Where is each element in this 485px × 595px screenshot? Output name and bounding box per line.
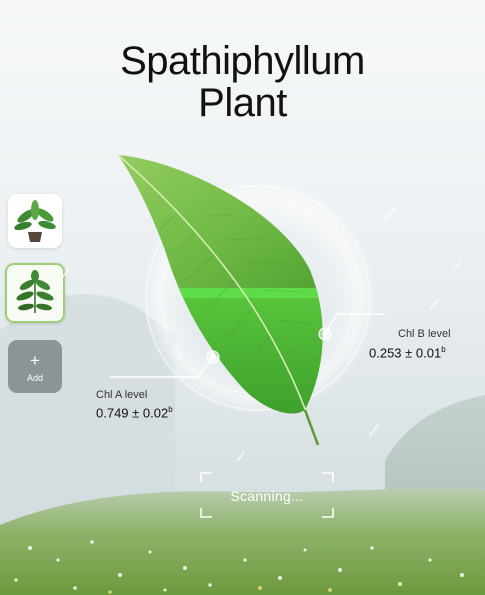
scan-status: Scanning... (230, 488, 304, 504)
chl-b-value: 0.253 ± 0.01b (369, 345, 446, 360)
leaf-stem (303, 409, 320, 446)
chl-b-value-text: 0.253 ± 0.01 (369, 345, 442, 361)
chl-b-label: Chl B level (398, 328, 451, 340)
chl-a-value-text: 0.749 ± 0.02 (96, 405, 169, 421)
chl-a-value: 0.749 ± 0.02b (96, 405, 173, 420)
chl-b-superscript: b (441, 345, 446, 354)
chl-a-label: Chl A level (96, 389, 148, 401)
chl-a-superscript: b (168, 405, 173, 414)
